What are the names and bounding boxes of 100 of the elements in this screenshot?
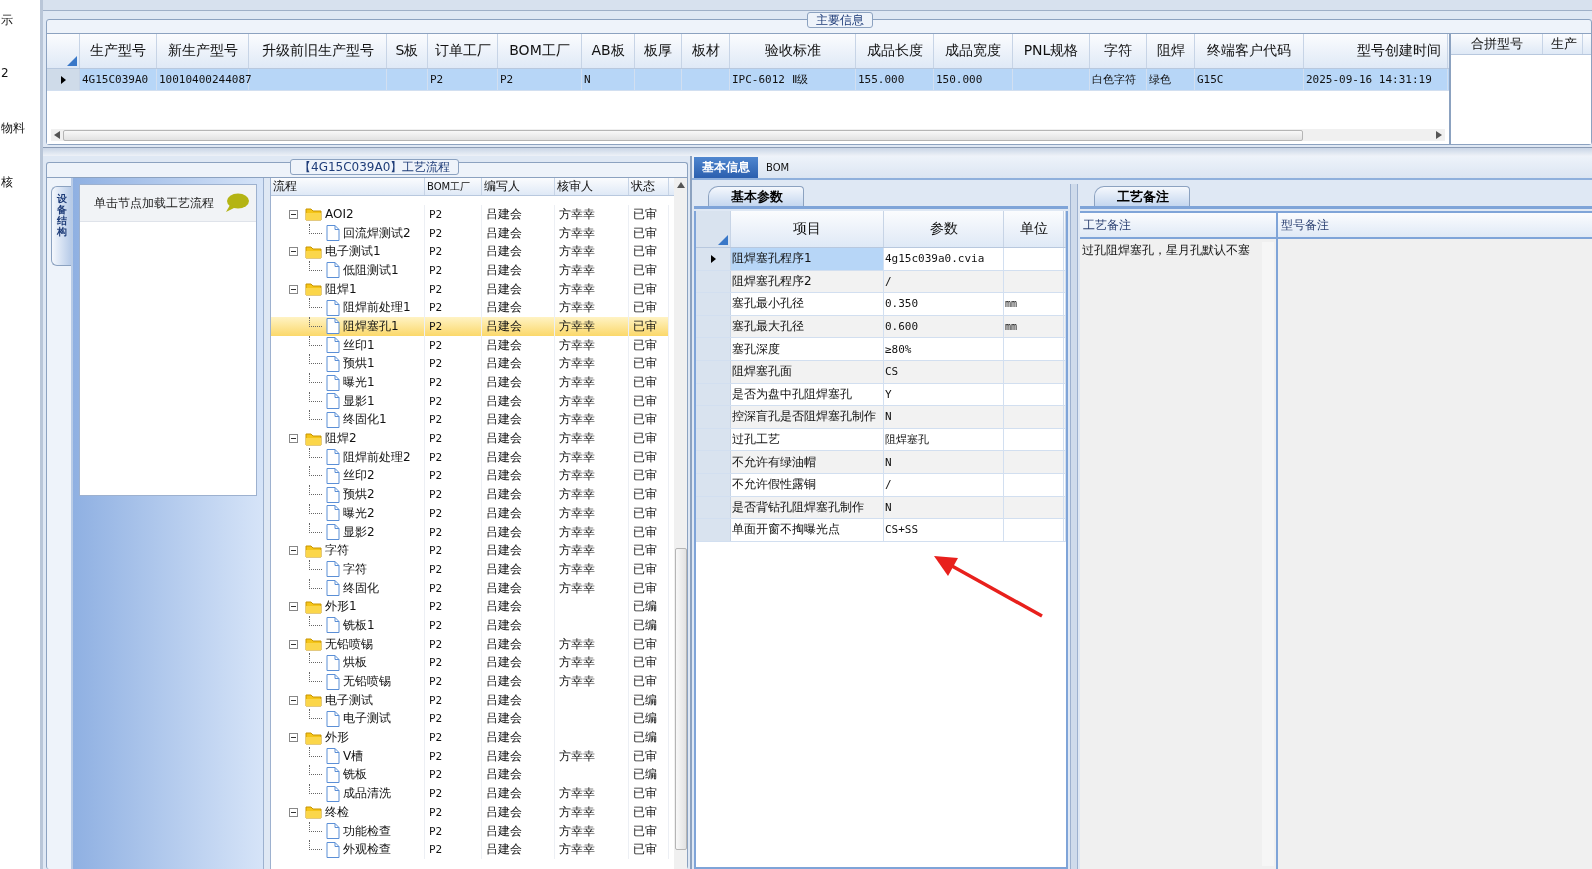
table-row[interactable]: 不允许假性露铜 / xyxy=(696,473,1066,497)
tree-row[interactable]: 字符 P2 吕建会 方幸幸 已审 xyxy=(271,560,674,579)
horizontal-scrollbar[interactable] xyxy=(51,129,1445,141)
column-header[interactable]: 参数 xyxy=(884,211,1004,247)
nav-item[interactable]: 核 xyxy=(0,174,40,190)
column-header[interactable]: 生产 xyxy=(1543,34,1583,54)
tree-row[interactable]: 外形1 P2 吕建会 已编 xyxy=(271,597,674,617)
table-row[interactable]: 单面开窗不掏曝光点 CS+SS xyxy=(696,519,1066,542)
table-row[interactable]: 是否为盘中孔阻焊塞孔 Y xyxy=(696,383,1066,407)
side-tab[interactable]: 设备结构 xyxy=(51,186,71,266)
collapse-icon[interactable] xyxy=(289,602,298,612)
column-header[interactable]: 阻焊 xyxy=(1147,34,1195,68)
column-header[interactable]: BOM工厂 xyxy=(425,178,482,195)
tab[interactable]: 基本信息 xyxy=(694,157,758,178)
table-row[interactable]: 控深盲孔是否阻焊塞孔制作 N xyxy=(696,406,1066,429)
column-header[interactable]: 工艺备注 xyxy=(1080,213,1276,239)
table-row[interactable]: 塞孔最小孔径 0.350 mm xyxy=(696,293,1066,316)
tree-row[interactable]: V槽 P2 吕建会 方幸幸 已审 xyxy=(271,746,674,766)
column-header[interactable]: 板材 xyxy=(682,34,730,68)
tree-row[interactable]: 阻焊2 P2 吕建会 方幸幸 已审 xyxy=(271,429,674,448)
tree-row[interactable]: 电子测试 P2 吕建会 已编 xyxy=(271,709,674,729)
tree-row[interactable]: 终固化 P2 吕建会 方幸幸 已审 xyxy=(271,578,674,598)
column-header[interactable]: 核审人 xyxy=(555,178,629,195)
tree-row[interactable]: 阻焊前处理2 P2 吕建会 方幸幸 已审 xyxy=(271,447,674,467)
collapse-icon[interactable] xyxy=(289,284,298,294)
tree-row[interactable]: 铣板 P2 吕建会 已编 xyxy=(271,765,674,785)
table-row[interactable]: 阻焊塞孔程序1 4g15c039a0.cvia xyxy=(696,248,1066,271)
text-area[interactable]: 过孔阻焊塞孔，星月孔默认不塞 xyxy=(1080,239,1276,869)
tree-row[interactable]: 电子测试 P2 吕建会 已编 xyxy=(271,690,674,710)
nav-item[interactable]: 物料 xyxy=(0,120,40,136)
column-header[interactable]: BOM工厂 xyxy=(498,34,582,68)
tree-row[interactable]: 终检 P2 吕建会 方幸幸 已审 xyxy=(271,803,674,822)
column-header[interactable]: 生产型号 xyxy=(80,34,157,68)
splitter-handle[interactable] xyxy=(1070,184,1078,869)
nav-item[interactable]: 2 xyxy=(0,66,40,82)
column-header[interactable]: AB板 xyxy=(582,34,635,68)
tree-row[interactable]: AOI2 P2 吕建会 方幸幸 已审 xyxy=(271,205,674,224)
column-header[interactable]: 成品长度 xyxy=(856,34,934,68)
tree-row[interactable]: 终固化1 P2 吕建会 方幸幸 已审 xyxy=(271,410,674,430)
tree-row[interactable]: 显影1 P2 吕建会 方幸幸 已审 xyxy=(271,391,674,411)
tree-row[interactable]: 预烘1 P2 吕建会 方幸幸 已审 xyxy=(271,354,674,374)
tree-row[interactable]: 曝光1 P2 吕建会 方幸幸 已审 xyxy=(271,373,674,392)
tree-row[interactable]: 丝印2 P2 吕建会 方幸幸 已审 xyxy=(271,466,674,486)
column-header[interactable]: 板厚 xyxy=(635,34,682,68)
scroll-up-icon[interactable] xyxy=(676,182,685,188)
column-header[interactable]: S板 xyxy=(387,34,428,68)
tree-row[interactable]: 铣板1 P2 吕建会 已编 xyxy=(271,616,674,635)
scroll-left-icon[interactable] xyxy=(54,131,60,139)
table-row[interactable]: 阻焊塞孔程序2 / xyxy=(696,270,1066,294)
column-header[interactable]: 合拼型号 xyxy=(1451,34,1543,54)
tree-row[interactable]: 无铅喷锡 P2 吕建会 方幸幸 已审 xyxy=(271,672,674,691)
table-row[interactable]: 是否背钻孔阻焊塞孔制作 N xyxy=(696,496,1066,520)
column-header[interactable]: 流程 xyxy=(271,178,425,195)
collapse-icon[interactable] xyxy=(289,247,298,257)
tree-row[interactable]: 烘板 P2 吕建会 方幸幸 已审 xyxy=(271,653,674,673)
collapse-icon[interactable] xyxy=(289,695,298,705)
tree-row[interactable]: 低阻测试1 P2 吕建会 方幸幸 已审 xyxy=(271,261,674,280)
nav-item[interactable]: 示 xyxy=(0,12,40,28)
collapse-icon[interactable] xyxy=(289,546,298,556)
column-header[interactable]: 型号备注 xyxy=(1278,213,1592,239)
splitter-handle[interactable] xyxy=(43,147,1592,156)
column-header[interactable]: 单位 xyxy=(1004,211,1064,247)
column-header[interactable]: PNL规格 xyxy=(1013,34,1090,68)
table-row[interactable]: 塞孔最大孔径 0.600 mm xyxy=(696,315,1066,339)
tab[interactable]: 基本参数 xyxy=(708,186,804,206)
table-row[interactable]: 过孔工艺 阻焊塞孔 xyxy=(696,428,1066,452)
column-header[interactable]: 字符 xyxy=(1090,34,1147,68)
collapse-icon[interactable] xyxy=(289,434,298,444)
column-header[interactable]: 编写人 xyxy=(482,178,555,195)
column-header[interactable]: 成品宽度 xyxy=(934,34,1013,68)
tree-row[interactable]: 外观检查 P2 吕建会 方幸幸 已审 xyxy=(271,840,674,860)
table-row[interactable]: 阻焊塞孔面 CS xyxy=(696,360,1066,384)
tree-row[interactable]: 曝光2 P2 吕建会 方幸幸 已审 xyxy=(271,504,674,523)
collapse-icon[interactable] xyxy=(289,209,298,219)
tree-row[interactable]: 预烘2 P2 吕建会 方幸幸 已审 xyxy=(271,485,674,504)
tree-row[interactable]: 功能检查 P2 吕建会 方幸幸 已审 xyxy=(271,821,674,841)
tab[interactable]: 工艺备注 xyxy=(1094,186,1190,206)
column-header[interactable]: 订单工厂 xyxy=(428,34,498,68)
collapse-icon[interactable] xyxy=(289,733,298,743)
column-header[interactable]: 项目 xyxy=(731,211,884,247)
column-header[interactable]: 状态 xyxy=(629,178,669,195)
table-row[interactable]: 塞孔深度 ≥80% xyxy=(696,338,1066,361)
column-header[interactable]: 终端客户代码 xyxy=(1195,34,1304,68)
tree-row[interactable]: 回流焊测试2 P2 吕建会 方幸幸 已审 xyxy=(271,223,674,243)
table-row[interactable]: 不允许有绿油帽 N xyxy=(696,451,1066,474)
column-header[interactable]: 新生产型号 xyxy=(157,34,249,68)
tree-row[interactable]: 无铅喷锡 P2 吕建会 方幸幸 已审 xyxy=(271,634,674,654)
tree-row[interactable]: 外形 P2 吕建会 已编 xyxy=(271,728,674,747)
column-header[interactable]: 型号创建时间 xyxy=(1304,34,1448,68)
splitter-handle[interactable] xyxy=(263,178,271,869)
table-row[interactable]: 4G15C039A0 10010400244087 P2 P2 N IPC-6012 Ⅱ级 155.000 150.000 白色字符 绿色 G15C 2025-09-16 14:31:19 xyxy=(47,69,1449,91)
tab[interactable]: BOM xyxy=(758,157,798,178)
column-header[interactable]: 升级前旧生产型号 xyxy=(249,34,387,68)
collapse-icon[interactable] xyxy=(289,807,298,817)
tree-row[interactable]: 字符 P2 吕建会 方幸幸 已审 xyxy=(271,541,674,561)
tree-row[interactable]: 电子测试1 P2 吕建会 方幸幸 已审 xyxy=(271,242,674,262)
tree-row[interactable]: 成品清洗 P2 吕建会 方幸幸 已审 xyxy=(271,784,674,803)
collapse-icon[interactable] xyxy=(289,639,298,649)
tree-row[interactable]: 阻焊塞孔1 P2 吕建会 方幸幸 已审 xyxy=(271,317,674,336)
vertical-scrollbar[interactable] xyxy=(674,178,687,869)
